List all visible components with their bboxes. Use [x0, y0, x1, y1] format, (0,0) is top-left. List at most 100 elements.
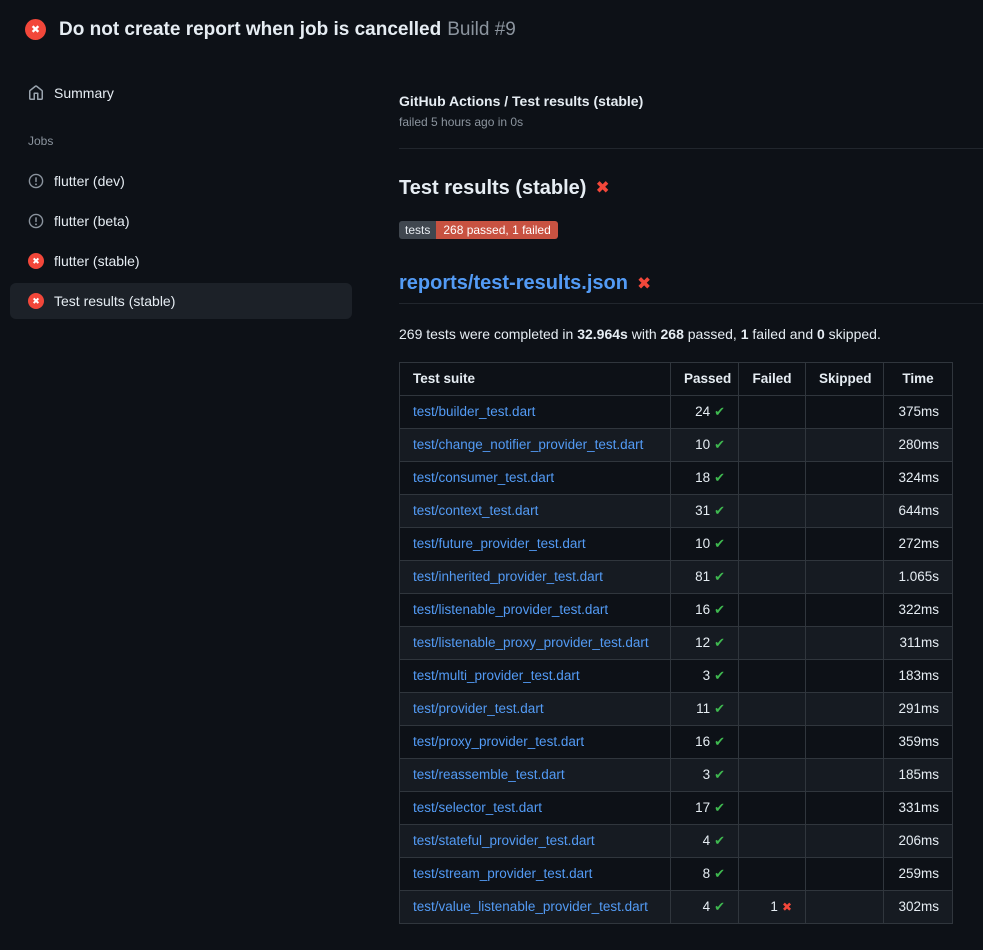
build-number: Build #9 — [447, 19, 516, 40]
sidebar: Summary Jobs flutter (dev) flutter (beta… — [0, 58, 380, 321]
passed-count: 16 — [695, 734, 710, 749]
test-suite-link[interactable]: test/inherited_provider_test.dart — [413, 569, 603, 584]
run-title: Do not create report when job is cancell… — [59, 19, 441, 40]
report-file-link[interactable]: reports/test-results.json — [399, 271, 628, 296]
summary-failed-count: 1 — [741, 326, 749, 342]
sidebar-item-test-results-stable[interactable]: ✖ Test results (stable) — [10, 283, 352, 319]
passed-count: 31 — [695, 503, 710, 518]
time-cell: 185ms — [884, 759, 953, 792]
skipped-cell — [806, 462, 884, 495]
test-suite-link[interactable]: test/stream_provider_test.dart — [413, 866, 592, 881]
passed-count: 81 — [695, 569, 710, 584]
test-suite-link[interactable]: test/provider_test.dart — [413, 701, 544, 716]
passed-cell: 8✔ — [671, 858, 739, 891]
check-icon: ✔ — [714, 767, 725, 782]
test-suite-link[interactable]: test/value_listenable_provider_test.dart — [413, 899, 648, 914]
test-suite-link[interactable]: test/multi_provider_test.dart — [413, 668, 580, 683]
sidebar-item-label: flutter (dev) — [54, 173, 125, 189]
column-header-time: Time — [884, 363, 953, 396]
suite-cell: test/reassemble_test.dart — [400, 759, 671, 792]
time-cell: 1.065s — [884, 561, 953, 594]
test-suite-link[interactable]: test/proxy_provider_test.dart — [413, 734, 584, 749]
passed-cell: 16 ✔ — [671, 726, 739, 759]
failed-cell: ✖ — [739, 627, 806, 660]
suite-cell: test/proxy_provider_test.dart — [400, 726, 671, 759]
sidebar-item-summary[interactable]: Summary — [10, 73, 352, 113]
time-cell: 331ms — [884, 792, 953, 825]
check-icon: ✔ — [714, 635, 725, 650]
table-row: test/context_test.dart 31✔ ✖ 644ms — [400, 495, 953, 528]
breadcrumb: GitHub Actions / Test results (stable) — [399, 93, 983, 110]
passed-cell: 18 ✔ — [671, 462, 739, 495]
skipped-cell — [806, 660, 884, 693]
skipped-cell — [806, 693, 884, 726]
passed-cell: 17✔ — [671, 792, 739, 825]
skipped-cell — [806, 825, 884, 858]
skipped-cell — [806, 528, 884, 561]
summary-text: with — [628, 326, 661, 342]
passed-count: 10 — [695, 437, 710, 452]
table-row: test/builder_test.dart 24✔ ✖ 375ms — [400, 396, 953, 429]
time-cell: 311ms — [884, 627, 953, 660]
check-icon: ✔ — [714, 833, 725, 848]
skipped-cell — [806, 891, 884, 924]
table-row: test/change_notifier_provider_test.dart … — [400, 429, 953, 462]
suite-cell: test/value_listenable_provider_test.dart — [400, 891, 671, 924]
test-suite-link[interactable]: test/change_notifier_provider_test.dart — [413, 437, 643, 452]
test-suite-link[interactable]: test/selector_test.dart — [413, 800, 542, 815]
test-suite-link[interactable]: test/context_test.dart — [413, 503, 538, 518]
summary-line: 269 tests were completed in 32.964s with… — [399, 326, 983, 343]
passed-count: 10 — [695, 536, 710, 551]
passed-cell: 11✔ — [671, 693, 739, 726]
run-header: ✖ Do not create report when job is cance… — [0, 0, 983, 58]
skipped-cell — [806, 429, 884, 462]
test-suite-link[interactable]: test/reassemble_test.dart — [413, 767, 565, 782]
table-row: test/inherited_provider_test.dart 81✔ ✖ … — [400, 561, 953, 594]
skipped-cell — [806, 495, 884, 528]
passed-cell: 10✔ — [671, 429, 739, 462]
failed-cell: ✖ — [739, 396, 806, 429]
test-suite-link[interactable]: test/builder_test.dart — [413, 404, 535, 419]
test-suite-link[interactable]: test/listenable_proxy_provider_test.dart — [413, 635, 649, 650]
run-failed-icon: ✖ — [25, 19, 46, 40]
passed-count: 18 — [695, 470, 710, 485]
passed-cell: 3✔ — [671, 660, 739, 693]
passed-count: 3 — [703, 767, 711, 782]
time-cell: 644ms — [884, 495, 953, 528]
failed-cell: ✖ — [739, 792, 806, 825]
failed-cell: ✖ — [739, 561, 806, 594]
time-cell: 206ms — [884, 825, 953, 858]
passed-count: 11 — [696, 701, 710, 716]
skipped-cell — [806, 396, 884, 429]
suite-cell: test/change_notifier_provider_test.dart — [400, 429, 671, 462]
column-header-passed: Passed — [671, 363, 739, 396]
run-status-text: failed 5 hours ago in 0s — [399, 115, 983, 129]
check-title: Test results (stable) ✖ — [399, 175, 983, 201]
failed-cell: ✖ — [739, 594, 806, 627]
table-row: test/provider_test.dart 11✔ ✖ 291ms — [400, 693, 953, 726]
check-icon: ✔ — [714, 404, 725, 419]
table-row: test/reassemble_test.dart 3✔ ✖ 185ms — [400, 759, 953, 792]
skipped-cell — [806, 726, 884, 759]
time-cell: 280ms — [884, 429, 953, 462]
test-suite-link[interactable]: test/future_provider_test.dart — [413, 536, 586, 551]
table-header-row: Test suite Passed Failed Skipped Time — [400, 363, 953, 396]
passed-count: 3 — [703, 668, 711, 683]
sidebar-item-flutter-stable[interactable]: ✖ flutter (stable) — [10, 241, 352, 281]
test-suite-link[interactable]: test/listenable_provider_test.dart — [413, 602, 608, 617]
time-cell: 302ms — [884, 891, 953, 924]
passed-count: 4 — [703, 833, 711, 848]
failed-status-icon: ✖ — [28, 253, 44, 269]
sidebar-item-flutter-dev[interactable]: flutter (dev) — [10, 161, 352, 201]
suite-cell: test/selector_test.dart — [400, 792, 671, 825]
check-icon: ✔ — [714, 470, 725, 485]
passed-cell: 10✔ — [671, 528, 739, 561]
check-icon: ✔ — [714, 734, 725, 749]
time-cell: 322ms — [884, 594, 953, 627]
skipped-cell — [806, 792, 884, 825]
passed-cell: 12✔ — [671, 627, 739, 660]
test-suite-link[interactable]: test/stateful_provider_test.dart — [413, 833, 595, 848]
test-suite-link[interactable]: test/consumer_test.dart — [413, 470, 554, 485]
sidebar-item-flutter-beta[interactable]: flutter (beta) — [10, 201, 352, 241]
time-cell: 324ms — [884, 462, 953, 495]
